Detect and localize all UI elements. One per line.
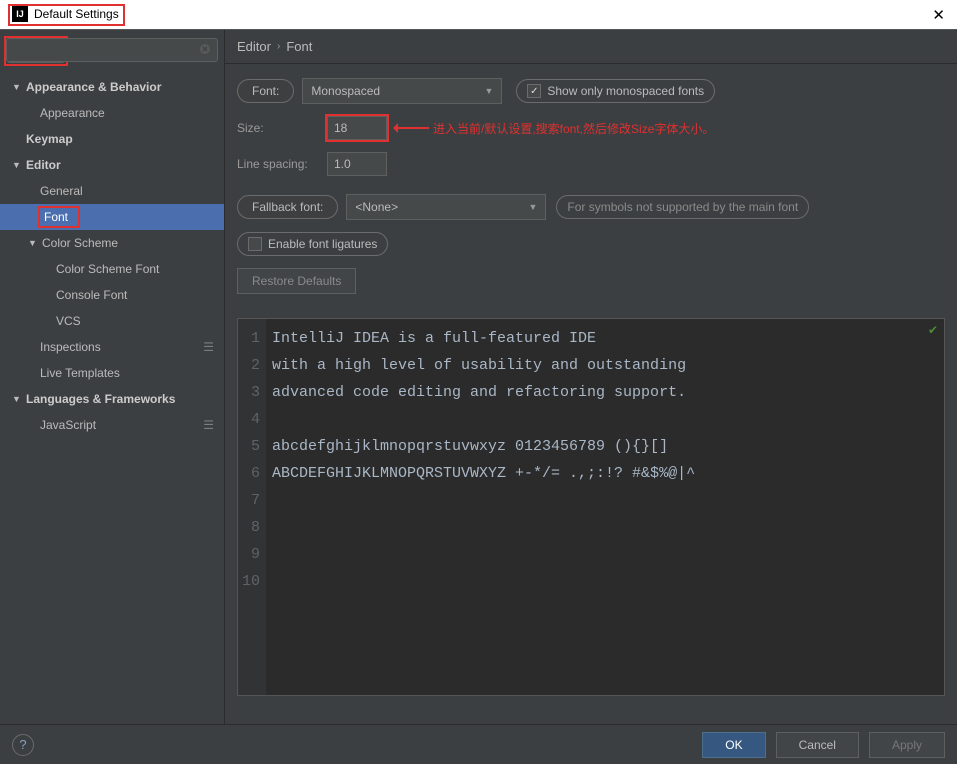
gear-icon: ☰	[203, 418, 214, 432]
sidebar-item-font[interactable]: Font	[0, 204, 224, 230]
sidebar-item-general[interactable]: General	[0, 178, 224, 204]
line-spacing-value: 1.0	[334, 157, 351, 171]
sidebar-item-console-font[interactable]: Console Font	[0, 282, 224, 308]
fallback-value: <None>	[355, 200, 398, 214]
window-title: Default Settings	[34, 7, 119, 21]
settings-tree: ▼Appearance & Behavior Appearance Keymap…	[0, 70, 224, 724]
chevron-right-icon: ›	[277, 41, 280, 52]
code-preview: IntelliJ IDEA is a full-featured IDE wit…	[266, 319, 944, 695]
help-button[interactable]: ?	[12, 734, 34, 756]
ligatures-toggle[interactable]: Enable font ligatures	[237, 232, 388, 256]
close-icon[interactable]: ✕	[932, 6, 945, 24]
sidebar-item-live-templates[interactable]: Live Templates	[0, 360, 224, 386]
sidebar-item-appearance-behavior[interactable]: ▼Appearance & Behavior	[0, 74, 224, 100]
restore-defaults-button[interactable]: Restore Defaults	[237, 268, 356, 294]
annotation: 进入当前/默认设置,搜索font,然后修改Size字体大小。	[395, 120, 714, 137]
app-icon: IJ	[12, 6, 28, 22]
sidebar-item-appearance[interactable]: Appearance	[0, 100, 224, 126]
size-label: Size:	[237, 121, 327, 135]
fallback-hint: For symbols not supported by the main fo…	[556, 195, 809, 219]
gutter: 12345678910	[238, 319, 266, 695]
breadcrumb-root: Editor	[237, 39, 271, 54]
sidebar-item-languages-frameworks[interactable]: ▼Languages & Frameworks	[0, 386, 224, 412]
line-spacing-input[interactable]: 1.0	[327, 152, 387, 176]
ligatures-label: Enable font ligatures	[268, 237, 377, 251]
fallback-combo[interactable]: <None> ▼	[346, 194, 546, 220]
ok-button[interactable]: OK	[702, 732, 765, 758]
size-value: 18	[334, 121, 347, 135]
size-input[interactable]: 18	[327, 116, 387, 140]
mono-check-label: Show only monospaced fonts	[547, 84, 704, 98]
font-label: Font:	[237, 79, 294, 103]
apply-button[interactable]: Apply	[869, 732, 945, 758]
fallback-label: Fallback font:	[237, 195, 338, 219]
sidebar-item-color-scheme[interactable]: ▼Color Scheme	[0, 230, 224, 256]
breadcrumb: Editor › Font	[225, 30, 957, 64]
check-icon: ✔	[928, 323, 938, 337]
sidebar: font . ▼Appearance & Behavior Appearance…	[0, 30, 225, 724]
sidebar-item-vcs[interactable]: VCS	[0, 308, 224, 334]
cancel-button[interactable]: Cancel	[776, 732, 859, 758]
sidebar-item-editor[interactable]: ▼Editor	[0, 152, 224, 178]
sidebar-item-keymap[interactable]: Keymap	[0, 126, 224, 152]
font-value: Monospaced	[311, 84, 380, 98]
sidebar-item-inspections[interactable]: Inspections☰	[0, 334, 224, 360]
font-combo[interactable]: Monospaced ▼	[302, 78, 502, 104]
clear-icon[interactable]	[199, 43, 211, 58]
line-spacing-label: Line spacing:	[237, 157, 327, 171]
breadcrumb-leaf: Font	[286, 39, 312, 54]
gear-icon: ☰	[203, 340, 214, 354]
titlebar: IJ Default Settings ✕	[0, 0, 957, 30]
main-panel: Editor › Font Font: Monospaced ▼ ✓Show o…	[225, 30, 957, 724]
chevron-down-icon: ▼	[484, 86, 493, 96]
annotation-text: 进入当前/默认设置,搜索font,然后修改Size字体大小。	[433, 120, 714, 137]
font-preview: 12345678910 IntelliJ IDEA is a full-feat…	[237, 318, 945, 696]
chevron-down-icon: ▼	[528, 202, 537, 212]
sidebar-item-color-scheme-font[interactable]: Color Scheme Font	[0, 256, 224, 282]
mono-only-toggle[interactable]: ✓Show only monospaced fonts	[516, 79, 715, 103]
sidebar-item-javascript[interactable]: JavaScript☰	[0, 412, 224, 438]
search-input-bg[interactable]: .	[6, 38, 218, 62]
footer: ? OK Cancel Apply	[0, 724, 957, 764]
